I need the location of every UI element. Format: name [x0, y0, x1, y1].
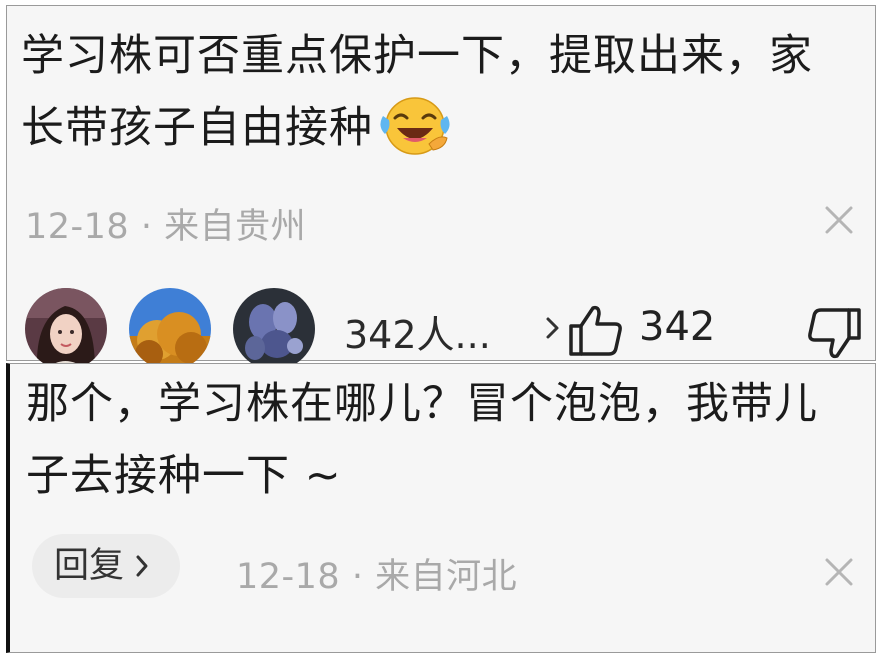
liker-avatar-1[interactable]	[25, 288, 107, 370]
liker-avatar-2[interactable]	[129, 288, 211, 370]
thumb-up-icon[interactable]	[565, 302, 625, 358]
close-icon[interactable]	[821, 554, 857, 590]
liker-avatar-3[interactable]	[233, 288, 315, 370]
comment-card-2: 那个，学习株在哪儿？冒个泡泡，我带儿子去接种一下 ~ 回复 12-18 · 来自…	[6, 363, 876, 653]
chevron-right-icon[interactable]	[543, 314, 563, 342]
comment-meta-2: 12-18 · 来自河北	[236, 557, 518, 597]
likers-summary[interactable]: 342人...	[344, 304, 491, 359]
laughing-crying-emoji-icon	[377, 94, 453, 156]
comment-text-1: 学习株可否重点保护一下，提取出来，家长带孩子自由接种	[21, 20, 851, 164]
reply-button[interactable]: 回复	[32, 534, 181, 598]
comment-card-1: 学习株可否重点保护一下，提取出来，家长带孩子自由接种 12-18 · 来自贵州	[6, 5, 876, 370]
close-icon[interactable]	[821, 202, 857, 238]
comment-meta-1: 12-18 · 来自贵州	[25, 207, 307, 247]
reply-label: 回复	[54, 546, 125, 586]
comment-text-2: 那个，学习株在哪儿？冒个泡泡，我带儿子去接种一下 ~	[26, 379, 818, 501]
thumb-down-icon[interactable]	[805, 306, 865, 362]
chevron-right-icon	[136, 555, 148, 577]
like-count: 342	[639, 304, 716, 350]
